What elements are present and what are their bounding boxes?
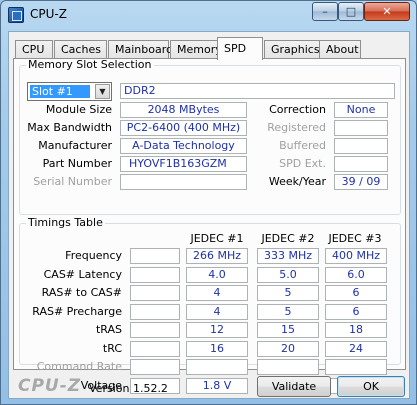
title-bar[interactable]: CPU-Z – □ ✕ bbox=[1, 1, 416, 29]
tab-caches[interactable]: Caches bbox=[54, 40, 107, 59]
timing-value-jedec-2 bbox=[257, 359, 319, 375]
timing-row-spacer-field bbox=[130, 322, 180, 338]
timing-value-jedec-1: 4 bbox=[186, 304, 248, 320]
timing-row-label: tRAS bbox=[95, 323, 122, 336]
close-button[interactable]: ✕ bbox=[364, 2, 410, 21]
timing-value-jedec-1: 12 bbox=[186, 322, 248, 338]
spd-ext-field bbox=[334, 156, 388, 172]
tab-cpu[interactable]: CPU bbox=[15, 40, 53, 59]
timing-row-spacer-field bbox=[130, 359, 180, 375]
timing-value-jedec-3: 18 bbox=[325, 322, 387, 338]
week-year-field: 39 / 09 bbox=[334, 174, 388, 190]
tab-mainboard[interactable]: Mainboard bbox=[108, 40, 173, 59]
timing-value-jedec-3: 6 bbox=[325, 304, 387, 320]
timing-row-label: CAS# Latency bbox=[43, 268, 122, 281]
timing-value-jedec-1: 266 MHz bbox=[186, 248, 248, 264]
serial-number-label: Serial Number bbox=[33, 175, 112, 188]
column-header-jedec-2: JEDEC #2 bbox=[261, 232, 315, 245]
tab-graphics[interactable]: Graphics bbox=[264, 40, 321, 59]
timing-value-jedec-3: 6.0 bbox=[325, 267, 387, 283]
timing-row-label: Frequency bbox=[65, 249, 122, 262]
timings-group: Timings Table JEDEC #1 JEDEC #2 JEDEC #3… bbox=[19, 217, 401, 394]
memory-type-field: DDR2 bbox=[120, 83, 395, 99]
buffered-label: Buffered bbox=[279, 139, 326, 152]
tab-memory[interactable]: Memory bbox=[170, 40, 222, 59]
timing-value-jedec-2: 5 bbox=[257, 285, 319, 301]
week-year-label: Week/Year bbox=[268, 175, 326, 188]
module-size-field: 2048 MBytes bbox=[120, 102, 247, 118]
tab-about[interactable]: About bbox=[319, 40, 361, 59]
column-header-jedec-3: JEDEC #3 bbox=[328, 232, 382, 245]
ok-button[interactable]: OK bbox=[337, 376, 405, 397]
timing-value-jedec-1 bbox=[186, 359, 248, 375]
window-title: CPU-Z bbox=[30, 7, 67, 21]
timings-group-title: Timings Table bbox=[26, 216, 105, 229]
timing-row-label: tRC bbox=[102, 342, 122, 355]
tab-spd[interactable]: SPD bbox=[217, 37, 263, 60]
timing-value-jedec-3: 24 bbox=[325, 341, 387, 357]
spd-ext-label: SPD Ext. bbox=[279, 157, 326, 170]
timing-value-jedec-1: 1.8 V bbox=[186, 378, 248, 394]
spd-panel: Memory Slot Selection Slot #1 ▼ DDR2 Mod… bbox=[13, 58, 406, 394]
timing-value-jedec-2: 20 bbox=[257, 341, 319, 357]
registered-field bbox=[334, 120, 388, 136]
cpu-z-logo: CPU-Z bbox=[18, 376, 82, 396]
timing-value-jedec-3: 400 MHz bbox=[325, 248, 387, 264]
timing-value-jedec-2: 5.0 bbox=[257, 267, 319, 283]
minimize-button[interactable]: – bbox=[312, 2, 338, 21]
manufacturer-field: A-Data Technology bbox=[120, 138, 247, 154]
timing-row-spacer-field bbox=[130, 304, 180, 320]
manufacturer-label: Manufacturer bbox=[38, 139, 112, 152]
cpu-z-app-icon bbox=[8, 7, 24, 23]
timing-value-jedec-1: 4 bbox=[186, 285, 248, 301]
timing-value-jedec-1: 16 bbox=[186, 341, 248, 357]
timing-row-spacer-field bbox=[130, 341, 180, 357]
timing-row-label: RAS# Precharge bbox=[32, 305, 122, 318]
client-area: CPU Caches Mainboard Memory SPD Graphics… bbox=[8, 31, 410, 399]
column-header-jedec-1: JEDEC #1 bbox=[190, 232, 244, 245]
part-number-label: Part Number bbox=[42, 157, 112, 170]
app-window: CPU-Z – □ ✕ CPU Caches Mainboard Memory … bbox=[0, 0, 417, 405]
timing-value-jedec-2: 333 MHz bbox=[257, 248, 319, 264]
memory-slot-group: Memory Slot Selection Slot #1 ▼ DDR2 Mod… bbox=[19, 59, 401, 215]
timing-value-jedec-2: 15 bbox=[257, 322, 319, 338]
buffered-field bbox=[334, 138, 388, 154]
timing-row-label: Command Rate bbox=[36, 360, 122, 373]
serial-number-field bbox=[120, 174, 247, 190]
timing-row-label: RAS# to CAS# bbox=[41, 286, 122, 299]
slot-select[interactable]: Slot #1 ▼ bbox=[27, 82, 112, 101]
chevron-down-icon[interactable]: ▼ bbox=[95, 84, 110, 99]
registered-label: Registered bbox=[267, 121, 326, 134]
part-number-field: HYOVF1B163GZM bbox=[120, 156, 247, 172]
timing-value-jedec-1: 4.0 bbox=[186, 267, 248, 283]
timing-value-jedec-2: 5 bbox=[257, 304, 319, 320]
module-size-label: Module Size bbox=[45, 103, 112, 116]
timing-row-spacer-field bbox=[130, 248, 180, 264]
version-label: Version 1.52.2 bbox=[89, 382, 168, 395]
timing-row-spacer-field bbox=[130, 285, 180, 301]
validate-button[interactable]: Validate bbox=[257, 376, 331, 397]
slot-select-value: Slot #1 bbox=[30, 85, 90, 98]
timing-value-jedec-3 bbox=[325, 359, 387, 375]
max-bandwidth-field: PC2-6400 (400 MHz) bbox=[120, 120, 247, 136]
timing-row-spacer-field bbox=[130, 267, 180, 283]
correction-field: None bbox=[334, 102, 388, 118]
memory-slot-group-title: Memory Slot Selection bbox=[26, 58, 154, 71]
maximize-button[interactable]: □ bbox=[338, 2, 364, 21]
max-bandwidth-label: Max Bandwidth bbox=[27, 121, 112, 134]
timing-value-jedec-3: 6 bbox=[325, 285, 387, 301]
correction-label: Correction bbox=[269, 103, 326, 116]
